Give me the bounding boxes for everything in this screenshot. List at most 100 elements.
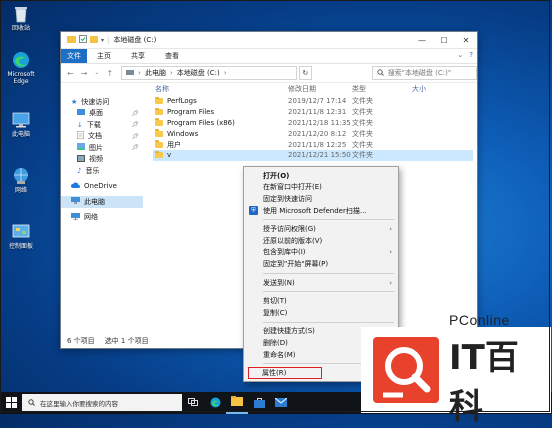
nav-label: 下载 [86,120,101,129]
search-icon [376,68,384,78]
column-header-date[interactable]: 修改日期 [288,84,352,94]
nav-onedrive[interactable]: OneDrive [61,181,143,193]
file-name-cell: 用户 [153,140,288,150]
menu-item[interactable]: 剪切(T) [244,295,398,307]
menu-item[interactable]: 固定到"开始"屏幕(P) [244,258,398,270]
nav-music[interactable]: ♪ 音乐 [61,165,143,177]
title-bar: ▾ | 本地磁盘 (C:) — ☐ ✕ [61,32,477,49]
tab-file[interactable]: 文件 [61,49,87,63]
mail-icon [274,397,288,409]
taskbar-mail[interactable] [270,392,292,414]
column-header-name[interactable]: 名称 [153,84,288,94]
menu-item[interactable]: ⛨ 使用 Microsoft Defender扫描... [244,205,398,217]
menu-item-label: 还原以前的版本(V) [263,236,323,245]
nav-desktop[interactable]: 桌面 📌︎ [61,108,143,120]
properties-icon[interactable] [79,35,87,45]
new-folder-icon[interactable] [90,35,98,45]
menu-separator [263,272,394,274]
menu-item-label: 删除(D) [263,338,288,347]
file-name: Program Files [167,108,215,117]
file-name-cell: Windows [153,129,288,138]
breadcrumb-this-pc[interactable]: 此电脑 [145,68,166,78]
network-shortcut[interactable]: 网络 [4,166,38,195]
star-icon: ★ [71,97,78,106]
ribbon-right-controls: ⌄ ? [457,51,473,59]
task-view-icon [188,398,198,408]
nav-videos[interactable]: 视频 [61,154,143,166]
tab-share[interactable]: 共享 [121,49,155,63]
close-button[interactable]: ✕ [455,32,477,48]
nav-downloads[interactable]: ↓ 下载 📌︎ [61,119,143,131]
address-path[interactable]: › 此电脑 › 本地磁盘 (C:) › [121,66,297,80]
edge-icon [11,50,31,70]
navigation-pane: ★ 快速访问 桌面 📌︎ ↓ 下载 📌︎ 文档 📌︎ 图片 📌︎ 视频 ♪ 音乐… [61,82,143,337]
edge-shortcut[interactable]: Microsoft Edge [4,50,38,86]
file-row[interactable]: Program Files 2021/11/8 12:31 文件夹 [153,107,473,118]
file-row[interactable]: Program Files (x86) 2021/12/18 11:35 文件夹 [153,118,473,129]
chevron-down-icon[interactable]: ▾ [101,37,104,44]
menu-item[interactable]: 还原以前的版本(V) [244,235,398,247]
expand-ribbon-icon[interactable]: ⌄ [457,51,463,59]
menu-item[interactable]: 发送到(N) › [244,277,398,289]
menu-item-properties[interactable]: 属性(R) [248,367,322,379]
tab-home[interactable]: 主页 [87,49,121,63]
nav-quick-access[interactable]: ★ 快速访问 [61,96,143,108]
taskbar-search[interactable]: 在这里输入你要搜索的内容 [22,394,182,412]
up-icon[interactable]: ↑ [106,69,113,78]
file-row[interactable]: v 2021/12/21 15:50 文件夹 [153,149,473,161]
menu-item-label: 发送到(N) [263,278,295,287]
minimize-button[interactable]: — [411,32,433,48]
nav-network[interactable]: 网络 [61,212,143,224]
taskbar-store[interactable] [248,392,270,414]
nav-pictures[interactable]: 图片 📌︎ [61,142,143,154]
file-date: 2021/11/8 12:25 [288,140,347,149]
menu-item-label: 授予访问权限(G) [263,225,316,234]
refresh-button[interactable]: ↻ [298,66,312,80]
this-pc-shortcut[interactable]: 此电脑 [4,110,38,139]
taskbar-file-explorer[interactable] [226,392,248,414]
nav-label: 文档 [88,132,102,141]
pin-icon: 📌︎ [131,144,139,152]
nav-this-pc[interactable]: 此电脑 [61,196,143,208]
desktop-icon-label: Microsoft Edge [7,71,35,85]
menu-item[interactable]: 在新窗口中打开(E) [244,182,398,194]
taskbar-edge[interactable] [204,392,226,414]
menu-item[interactable]: 固定到快速访问 [244,193,398,205]
file-date: 2021/12/21 15:50 [288,151,351,160]
search-box[interactable]: 搜索"本地磁盘 (C:)" [371,66,477,80]
breadcrumb-c-drive[interactable]: 本地磁盘 (C:) [177,68,220,78]
menu-item[interactable]: 授予访问权限(G) › [244,223,398,235]
recycle-bin-shortcut[interactable]: 回收站 [4,4,38,33]
tab-view[interactable]: 查看 [155,49,189,63]
menu-item[interactable]: 打开(O) [244,170,398,182]
menu-item-label: 打开(O) [263,171,290,180]
file-row[interactable]: 用户 2021/11/8 12:25 文件夹 [153,139,473,150]
control-panel-shortcut[interactable]: 控制面板 [4,222,38,251]
window-title: 本地磁盘 (C:) [113,36,157,44]
desktop-icon-label: 网络 [14,187,27,194]
column-header-size[interactable]: 大小 [412,84,426,94]
nav-label: 此电脑 [84,197,105,206]
column-headers: 名称 修改日期 类型 大小 [153,82,473,96]
edge-icon [210,397,221,410]
search-placeholder: 搜索"本地磁盘 (C:)" [387,69,452,77]
recent-locations-icon[interactable]: ⌄ [94,69,99,78]
file-name-cell: Program Files [153,107,288,117]
menu-item-label: 剪切(T) [263,297,287,306]
menu-item[interactable]: 复制(C) [244,307,398,319]
file-row[interactable]: PerfLogs 2019/12/7 17:14 文件夹 [153,96,473,107]
nav-label: OneDrive [84,182,117,191]
menu-item[interactable]: 包含到库中(I) › [244,247,398,259]
recycle-bin-icon [11,4,31,24]
menu-item-label: 使用 Microsoft Defender扫描... [263,206,367,215]
column-header-type[interactable]: 类型 [352,84,412,94]
forward-icon[interactable]: → [81,69,88,78]
help-icon[interactable]: ? [469,51,473,59]
back-icon[interactable]: ← [67,69,74,78]
file-row[interactable]: Windows 2021/12/20 8:12 文件夹 [153,128,473,139]
start-button[interactable] [0,392,22,414]
nav-documents[interactable]: 文档 📌︎ [61,130,143,143]
pin-icon: 📌︎ [131,109,139,117]
maximize-button[interactable]: ☐ [433,32,455,48]
task-view-button[interactable] [182,392,204,414]
